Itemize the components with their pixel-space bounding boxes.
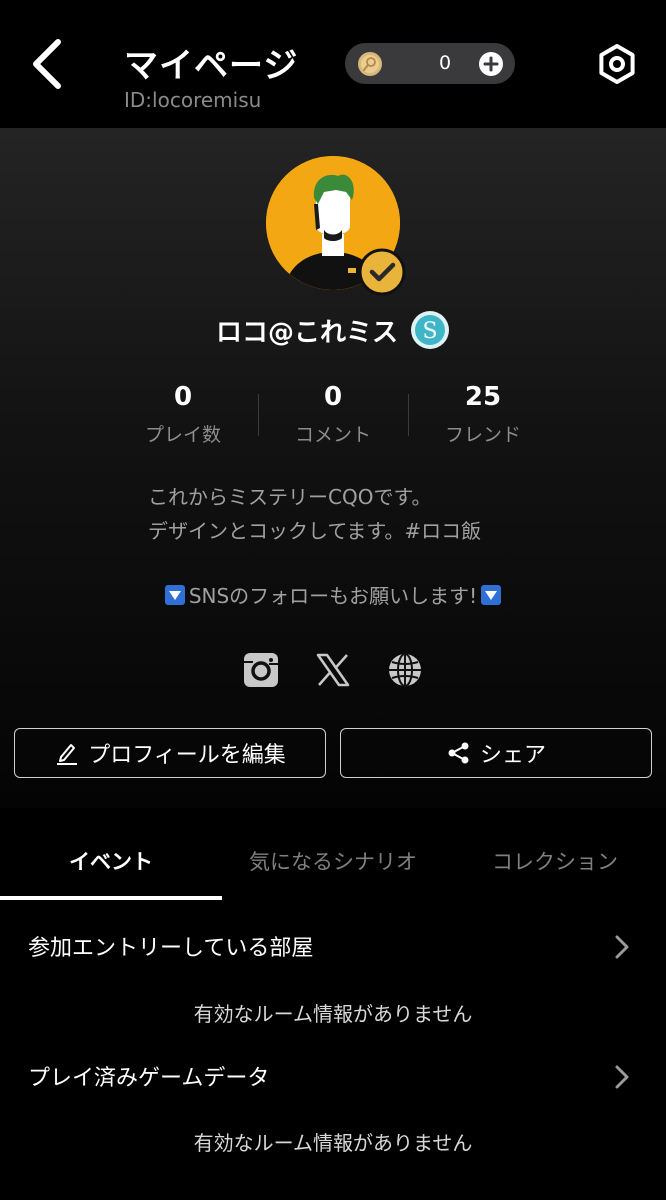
name-row: ロコ@これミス S xyxy=(0,308,666,352)
stats-row: 0 プレイ数 0 コメント 25 フレンド xyxy=(108,380,558,450)
sns-note-text: SNSのフォローもお願いします! xyxy=(188,584,478,608)
back-icon xyxy=(33,39,61,89)
stat-label: コメント xyxy=(294,424,371,446)
share-button[interactable]: シェア xyxy=(340,728,652,778)
played-games-row[interactable]: プレイ済みゲームデータ xyxy=(0,1050,666,1106)
stat-friends[interactable]: 25 フレンド xyxy=(408,380,558,450)
section-title: プレイ済みゲームデータ xyxy=(28,1066,270,1091)
user-id: ID:locoremisu xyxy=(124,88,262,112)
profile-bio: これからミステリーCQOです。 デザインとコックしてます。#ロコ飯 xyxy=(148,480,568,548)
empty-message: 有効なルーム情報がありません xyxy=(193,1002,473,1026)
down-arrow-icon xyxy=(481,584,502,605)
stat-label: プレイ数 xyxy=(144,424,221,446)
bio-line: デザインとコックしてます。#ロコ飯 xyxy=(148,519,482,543)
empty-message: 有効なルーム情報がありません xyxy=(193,1131,473,1155)
profile-name: ロコ@これミス xyxy=(215,317,398,348)
coin-icon xyxy=(358,52,382,76)
sns-note: SNSのフォローもお願いします! xyxy=(0,580,666,609)
social-links xyxy=(0,652,666,692)
settings-button[interactable] xyxy=(595,42,639,86)
globe-icon[interactable] xyxy=(387,652,423,688)
coin-count: 0 xyxy=(438,52,452,74)
coin-balance: 0 xyxy=(345,43,515,84)
stat-plays[interactable]: 0 プレイ数 xyxy=(108,380,258,450)
active-tab-indicator xyxy=(0,896,222,900)
edit-profile-button[interactable]: プロフィールを編集 xyxy=(14,728,326,778)
stat-comments[interactable]: 0 コメント xyxy=(258,380,408,450)
settings-icon xyxy=(599,44,635,84)
header: マイページ ID:locoremisu 0 xyxy=(0,0,666,128)
checkmark-icon xyxy=(358,248,406,296)
page-title: マイページ xyxy=(124,46,299,86)
share-label: シェア xyxy=(479,743,546,768)
instagram-icon[interactable] xyxy=(243,652,279,688)
tab-interested-scenarios[interactable]: 気になるシナリオ xyxy=(222,832,444,900)
share-icon xyxy=(448,742,469,764)
plus-icon[interactable] xyxy=(478,51,504,77)
svg-text:S: S xyxy=(422,319,437,344)
chevron-right-icon xyxy=(615,935,629,959)
x-icon[interactable] xyxy=(315,652,351,688)
tab-bar: イベント 気になるシナリオ コレクション xyxy=(0,832,666,900)
bio-line: これからミステリーCQOです。 xyxy=(148,485,432,509)
chevron-right-icon xyxy=(615,1065,629,1089)
section-title: 参加エントリーしている部屋 xyxy=(28,936,314,961)
down-arrow-icon xyxy=(164,584,185,605)
stat-label: フレンド xyxy=(444,424,521,446)
stat-value: 25 xyxy=(464,382,502,412)
entry-rooms-row[interactable]: 参加エントリーしている部屋 xyxy=(0,920,666,976)
edit-profile-label: プロフィールを編集 xyxy=(88,743,286,768)
action-buttons: プロフィールを編集 シェア xyxy=(14,728,652,778)
stat-value: 0 xyxy=(323,382,343,412)
back-button[interactable] xyxy=(26,36,70,92)
stat-value: 0 xyxy=(173,382,193,412)
tab-events[interactable]: イベント xyxy=(0,832,222,900)
pencil-icon xyxy=(57,744,78,765)
tab-collection[interactable]: コレクション xyxy=(444,832,666,900)
profile-section: ロコ@これミス S 0 プレイ数 0 コメント 25 フレンド これからミステリ… xyxy=(0,128,666,808)
s-icon: S xyxy=(411,311,449,349)
